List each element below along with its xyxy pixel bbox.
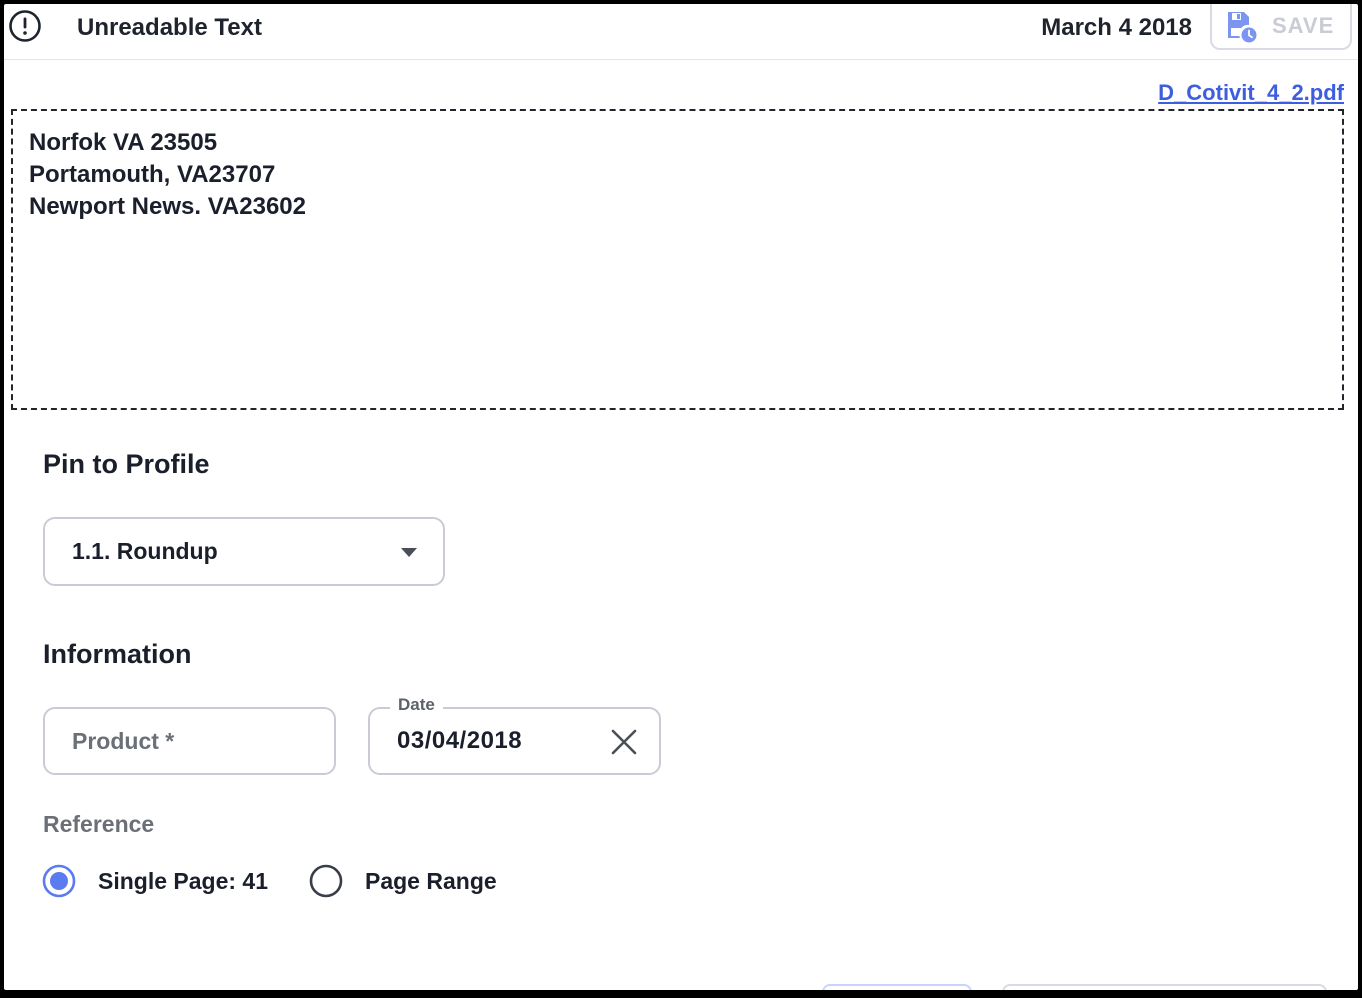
profile-select-value: 1.1. Roundup xyxy=(72,538,218,564)
radio-label: Single Page: 41 xyxy=(98,867,269,894)
extracted-text-box: Norfok VA 23505 Portamouth, VA23707 Newp… xyxy=(11,109,1344,410)
bottom-button-partial[interactable] xyxy=(822,984,972,990)
pin-section-title: Pin to Profile xyxy=(43,449,210,479)
file-link[interactable]: D_Cotivit_4_2.pdf xyxy=(1158,80,1344,106)
date-label: Date xyxy=(390,695,443,715)
product-input[interactable]: Product * xyxy=(43,707,336,775)
text-line: Portamouth, VA23707 xyxy=(29,161,276,188)
radio-selected-icon xyxy=(42,864,76,898)
clear-icon[interactable] xyxy=(611,729,637,755)
header-date: March 4 2018 xyxy=(1041,14,1192,41)
information-section-title: Information xyxy=(43,639,192,669)
save-schedule-icon xyxy=(1228,12,1257,43)
app-window: Unreadable Text March 4 2018 SAVE D_Coti… xyxy=(4,4,1358,990)
caret-down-icon xyxy=(401,548,417,557)
radio-single-page[interactable]: Single Page: 41 xyxy=(42,864,268,898)
radio-unselected-icon xyxy=(309,864,343,898)
alert-circle-icon xyxy=(9,10,41,42)
header-bar: Unreadable Text March 4 2018 SAVE xyxy=(4,4,1358,60)
reference-label: Reference xyxy=(43,811,155,837)
date-value: 03/04/2018 xyxy=(397,727,523,754)
text-line: Newport News. VA23602 xyxy=(29,193,306,220)
radio-page-range[interactable]: Page Range xyxy=(309,864,497,898)
date-input[interactable]: Date 03/04/2018 xyxy=(368,695,661,775)
bottom-button-partial[interactable] xyxy=(1002,984,1327,990)
text-line: Norfok VA 23505 xyxy=(29,129,218,156)
product-placeholder: Product * xyxy=(72,727,175,754)
profile-select[interactable]: 1.1. Roundup xyxy=(43,517,445,586)
radio-label: Page Range xyxy=(365,867,497,894)
save-button[interactable]: SAVE xyxy=(1210,4,1352,50)
save-label: SAVE xyxy=(1272,13,1335,38)
page-title: Unreadable Text xyxy=(77,14,262,41)
